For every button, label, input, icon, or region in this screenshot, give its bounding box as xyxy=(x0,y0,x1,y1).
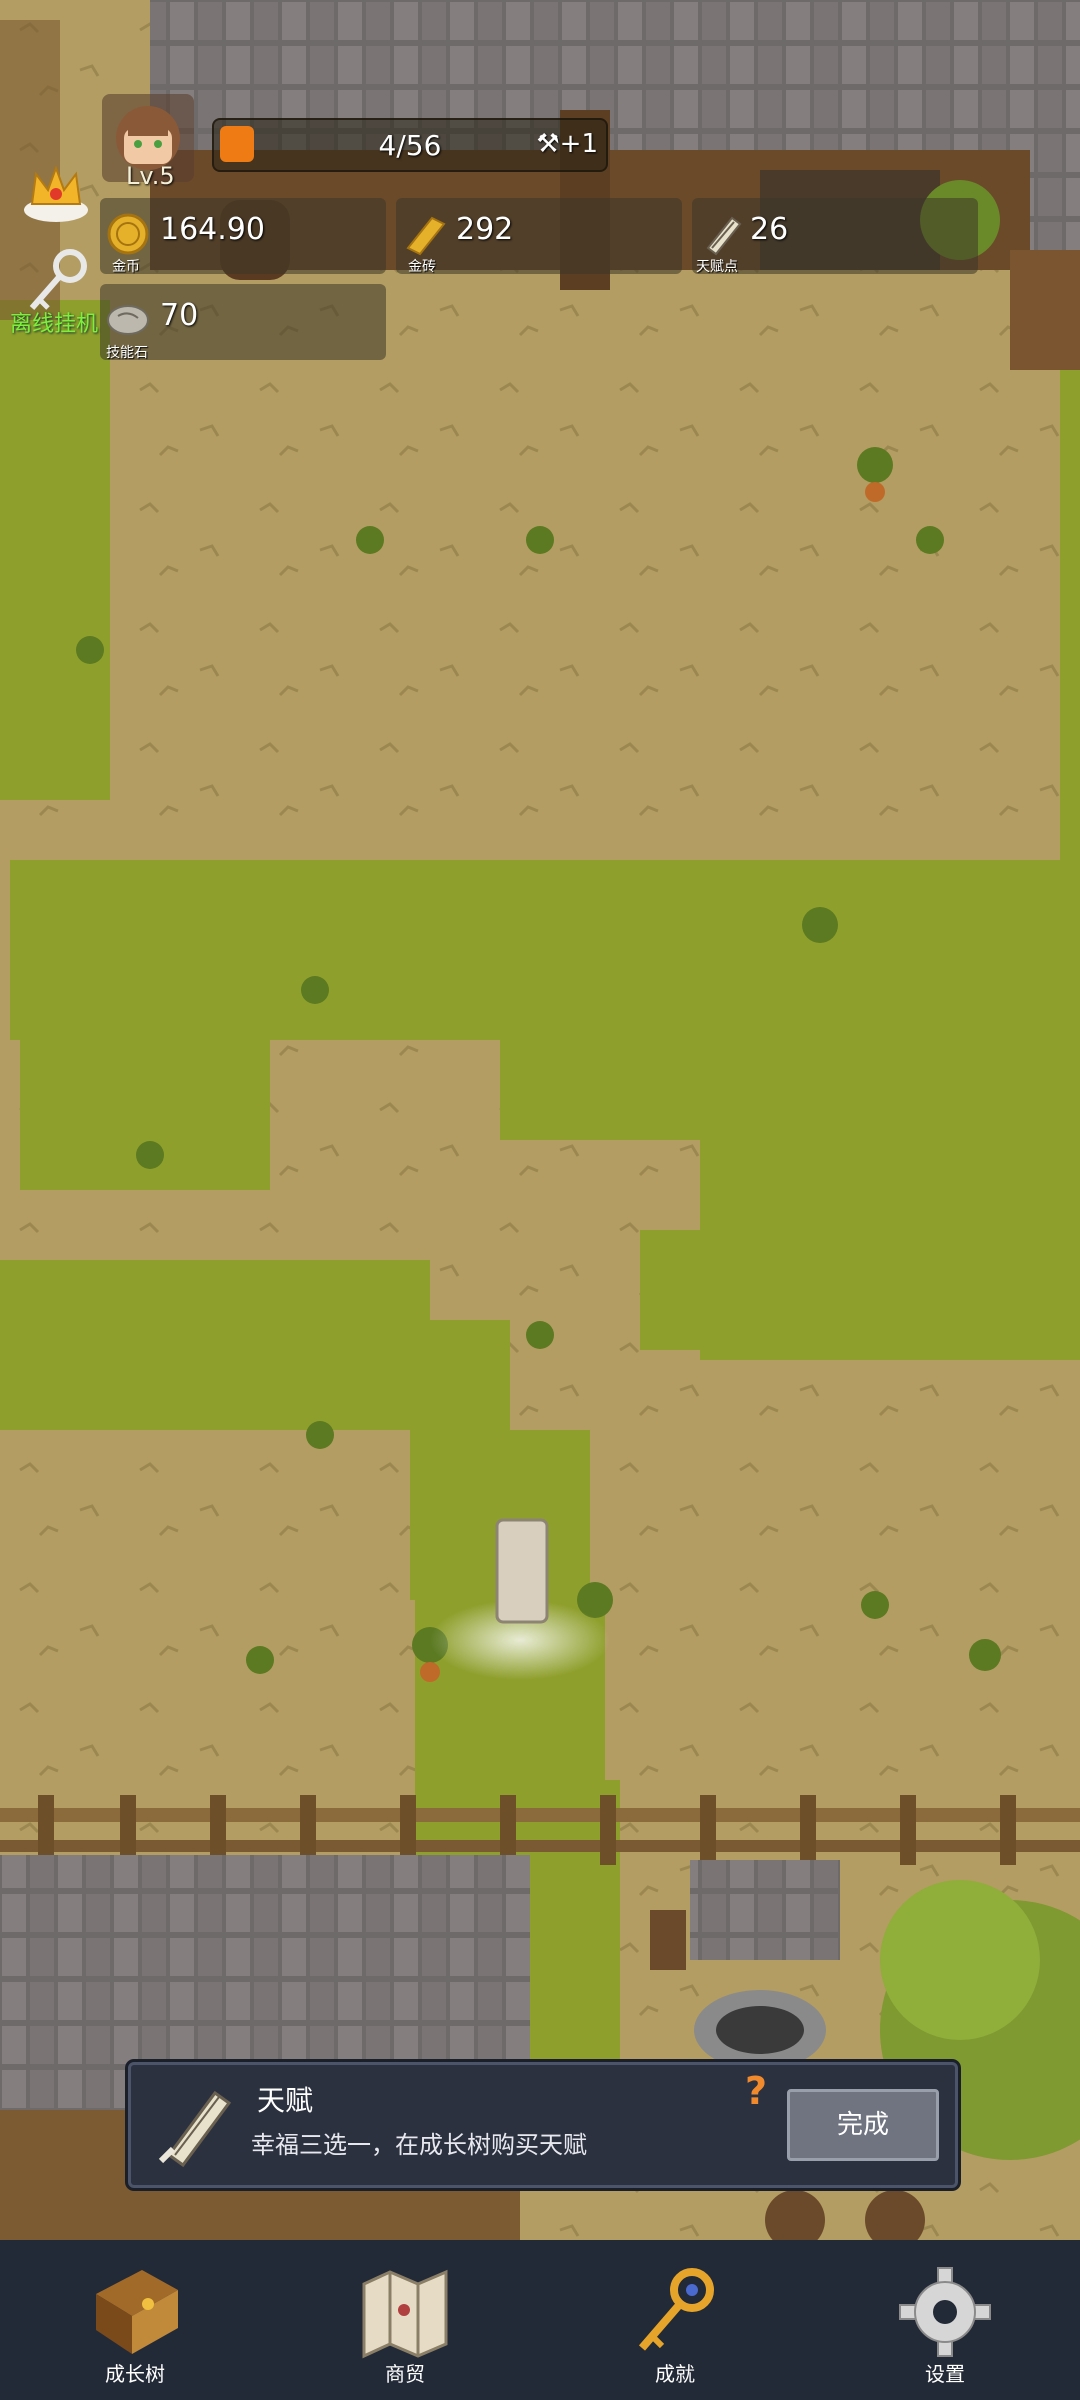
scroll-quill-icon xyxy=(158,2090,232,2168)
gold-brick-panel[interactable]: 292 金砖 xyxy=(396,198,682,275)
map-icon xyxy=(362,2269,448,2359)
offline-idle-label[interactable]: 离线挂机 xyxy=(10,306,98,338)
book-icon xyxy=(96,2270,178,2354)
task-title: 天赋 xyxy=(257,2084,314,2117)
gold-brick-icon xyxy=(406,216,446,256)
talent-point-label: 天赋点 xyxy=(696,259,738,275)
key-icon xyxy=(638,2268,714,2351)
gold-brick-value: 292 xyxy=(456,212,514,247)
hammer-icon: ⚒ xyxy=(536,129,560,159)
gear-icon xyxy=(899,2267,991,2357)
gold-coin-panel[interactable]: 164.90 金币 xyxy=(100,198,386,275)
task-help-icon[interactable]: ? xyxy=(745,2069,767,2113)
gold-coin-icon xyxy=(107,213,149,255)
nav-growth-tree-label: 成长树 xyxy=(105,2362,165,2386)
bottom-nav: 成长树 商贸 成就 设置 xyxy=(0,2240,1080,2400)
player-level: Lv.5 xyxy=(126,162,175,190)
nav-growth-tree[interactable]: 成长树 xyxy=(0,2240,270,2400)
skill-stone-label: 技能石 xyxy=(106,345,148,361)
gold-coin-label: 金币 xyxy=(112,259,140,275)
task-done-button[interactable]: 完成 xyxy=(787,2089,939,2161)
nav-achievements-label: 成就 xyxy=(655,2362,695,2386)
nav-achievements[interactable]: 成就 xyxy=(540,2240,810,2400)
xp-bonus: ⚒+1 xyxy=(536,129,598,159)
xp-bar: 4/56 ⚒+1 xyxy=(212,118,608,172)
skill-stone-icon xyxy=(107,305,149,335)
gold-coin-value: 164.90 xyxy=(160,212,265,247)
task-description: 幸福三选一，在成长树购买天赋 xyxy=(251,2131,587,2159)
nav-trade-label: 商贸 xyxy=(385,2362,425,2386)
crown-icon[interactable] xyxy=(18,160,94,226)
skill-stone-value: 70 xyxy=(160,298,199,333)
talent-scroll-icon xyxy=(706,216,742,256)
skill-stone-panel[interactable]: 70 技能石 xyxy=(100,284,386,361)
talent-point-panel[interactable]: 26 天赋点 xyxy=(692,198,978,275)
talent-point-value: 26 xyxy=(750,212,789,247)
nav-settings-label: 设置 xyxy=(925,2362,965,2386)
nav-trade[interactable]: 商贸 xyxy=(270,2240,540,2400)
task-panel: 天赋 幸福三选一，在成长树购买天赋 ? 完成 xyxy=(128,2062,958,2188)
nav-settings[interactable]: 设置 xyxy=(810,2240,1080,2400)
gold-brick-label: 金砖 xyxy=(408,259,436,275)
